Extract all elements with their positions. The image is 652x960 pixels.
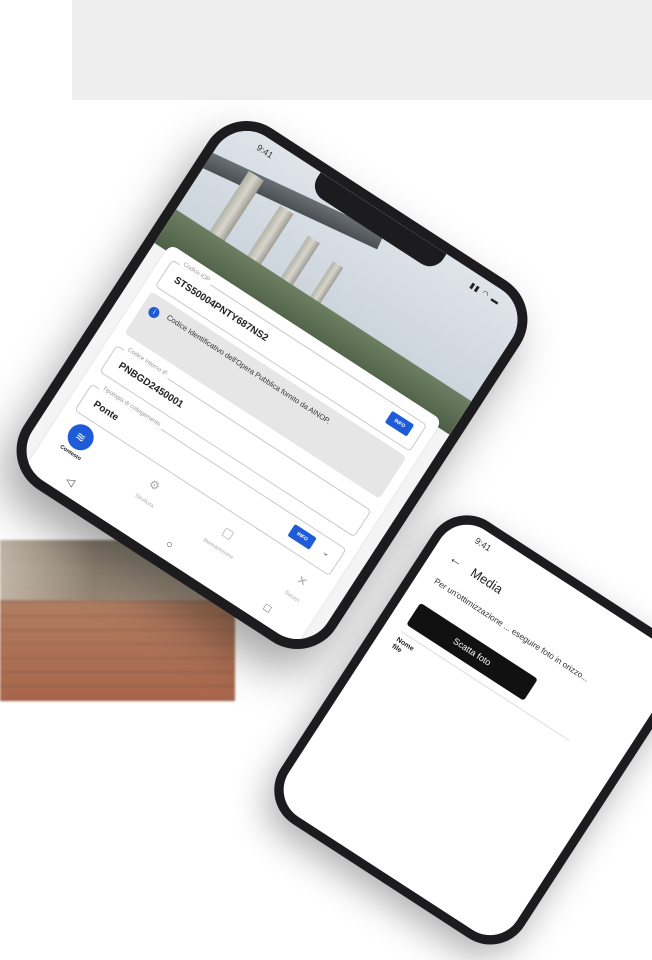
file-name-header: Nome file <box>390 636 415 655</box>
link-type-info-button[interactable]: INFO <box>287 523 317 550</box>
page-title: Media <box>467 564 506 597</box>
take-photo-button[interactable]: Scatta foto <box>406 602 538 701</box>
link-type-value: Ponte <box>91 399 121 424</box>
iop-info-button[interactable]: INFO <box>384 410 415 437</box>
background-panel <box>72 0 652 100</box>
status-time: 9:41 <box>473 535 494 554</box>
recent-apps-icon[interactable]: □ <box>261 602 273 616</box>
home-circle-icon[interactable]: ○ <box>163 538 175 552</box>
info-icon: i <box>146 304 162 321</box>
back-arrow-icon[interactable]: ← <box>447 549 467 570</box>
back-triangle-icon[interactable]: ◁ <box>64 473 78 489</box>
chevron-down-icon: ⌄ <box>320 546 333 560</box>
